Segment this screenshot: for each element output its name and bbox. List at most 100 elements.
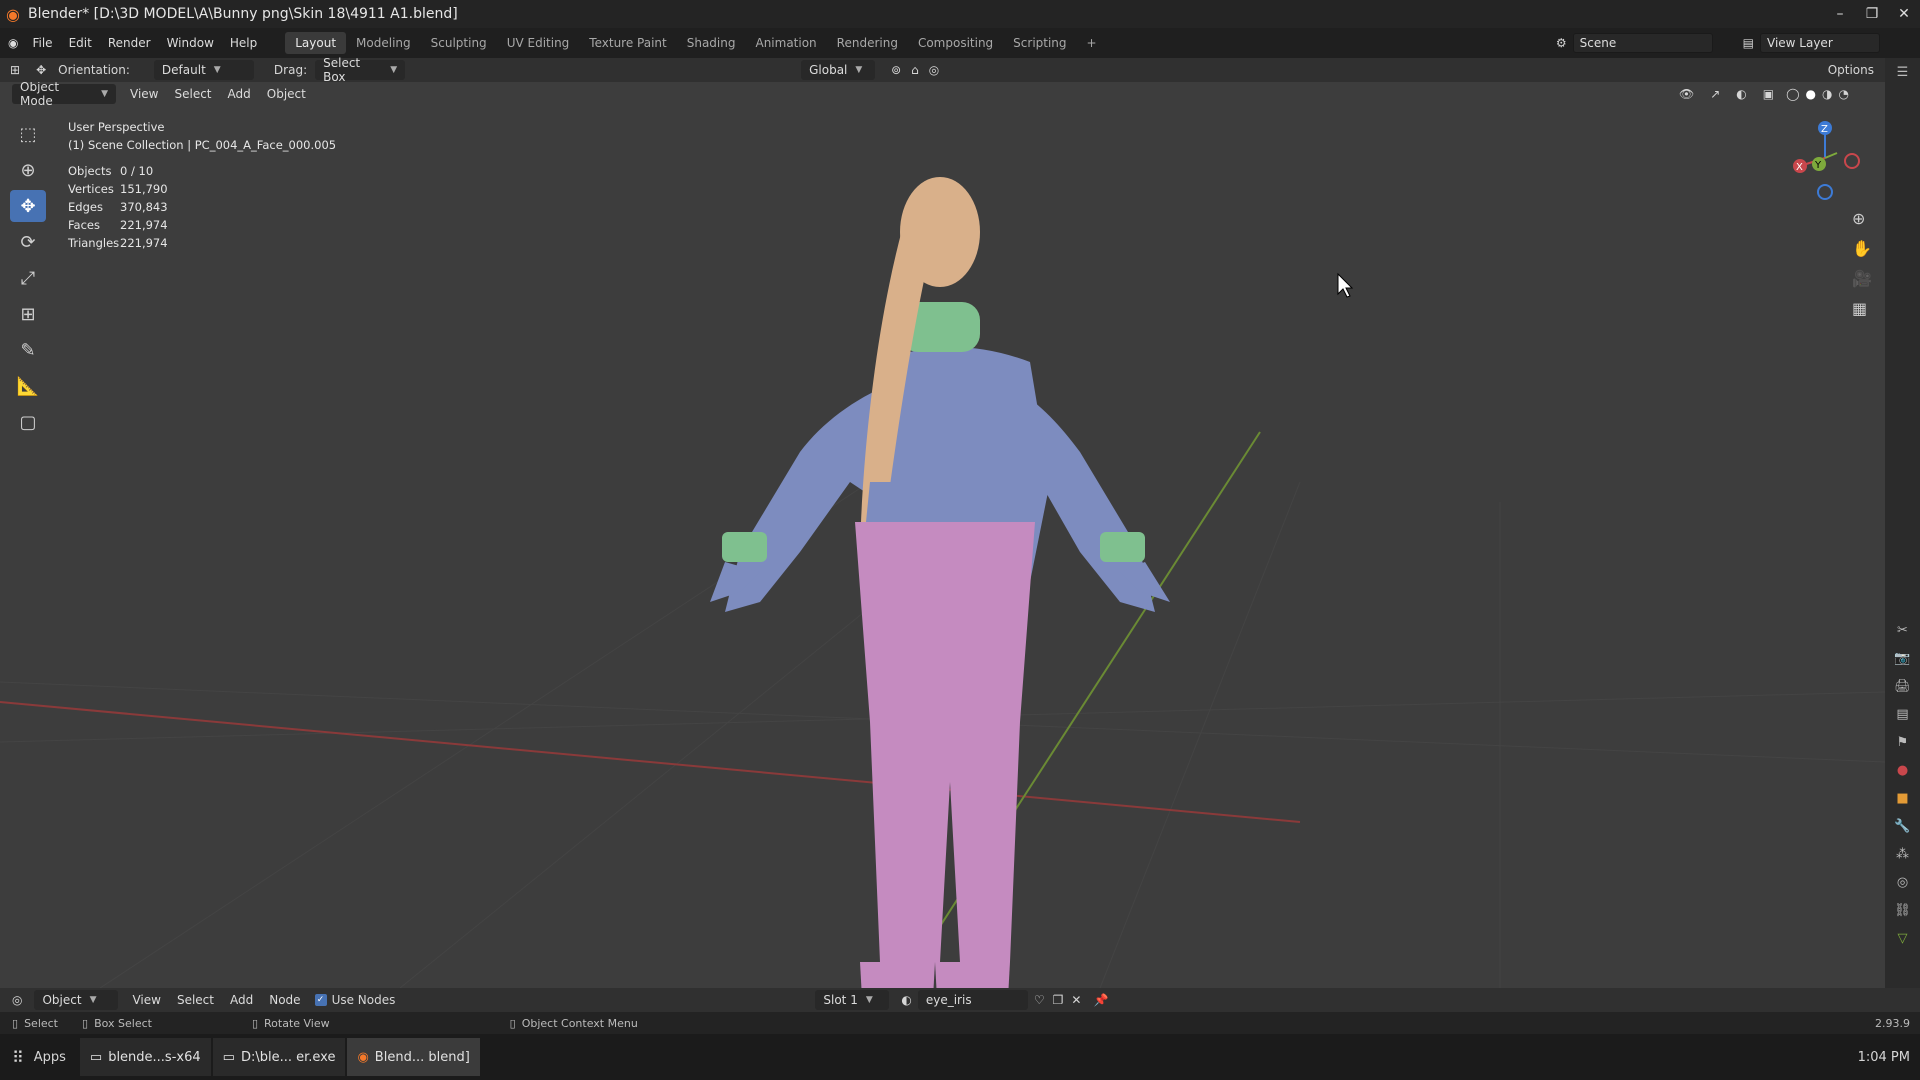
navigation-gizmo[interactable]: Z X Y: [1780, 116, 1870, 206]
duplicate-material-icon[interactable]: ❐: [1053, 993, 1064, 1007]
taskbar-item-blender[interactable]: ◉ Blend... blend]: [347, 1038, 480, 1076]
render-properties-icon[interactable]: 📷: [1885, 644, 1920, 672]
viewport-menu-object[interactable]: Object: [259, 87, 314, 101]
node-menu-add[interactable]: Add: [222, 993, 261, 1007]
view-layer-field[interactable]: View Layer: [1760, 33, 1880, 53]
tab-animation[interactable]: Animation: [745, 32, 826, 54]
editor-type-icon[interactable]: ⊞: [10, 63, 20, 77]
pan-hand-icon[interactable]: ✋: [1852, 234, 1872, 264]
add-cube-tool-icon[interactable]: ▢: [10, 406, 46, 438]
menu-file[interactable]: File: [24, 36, 60, 50]
status-rotate: Rotate View: [264, 1016, 330, 1030]
scene-icon[interactable]: ⚙: [1556, 36, 1567, 50]
mouse-middle-icon: ▯: [251, 1016, 259, 1030]
menu-help[interactable]: Help: [222, 36, 265, 50]
snap-icon[interactable]: ⌂: [911, 63, 919, 77]
view-layer-properties-icon[interactable]: ▤: [1885, 700, 1920, 728]
camera-view-icon[interactable]: 🎥: [1852, 264, 1872, 294]
material-shading-icon[interactable]: ◑: [1822, 87, 1832, 101]
menu-window[interactable]: Window: [159, 36, 222, 50]
viewport-menu-add[interactable]: Add: [220, 87, 259, 101]
proportional-edit-icon[interactable]: ◎: [929, 63, 939, 77]
physics-properties-icon[interactable]: ◎: [1885, 868, 1920, 896]
apps-button[interactable]: Apps: [34, 1050, 66, 1065]
viewport-menu-select[interactable]: Select: [166, 87, 219, 101]
constraints-properties-icon[interactable]: ⛓: [1885, 896, 1920, 924]
scene-properties-icon[interactable]: ⚑: [1885, 728, 1920, 756]
fake-user-icon[interactable]: ♡: [1034, 993, 1045, 1007]
zoom-icon[interactable]: ⊕: [1852, 204, 1872, 234]
pin-icon[interactable]: 📌: [1093, 993, 1108, 1007]
slot-value: Slot 1: [823, 993, 858, 1007]
3d-viewport[interactable]: Object Mode ▼ View Select Add Object 👁 ↗ …: [0, 82, 1885, 988]
select-tool-icon[interactable]: ⬚: [10, 118, 46, 150]
tab-rendering[interactable]: Rendering: [827, 32, 908, 54]
move-tool-icon[interactable]: ✥: [10, 190, 46, 222]
taskbar-item[interactable]: ▭ blende...s-x64: [79, 1038, 211, 1076]
object-properties-icon[interactable]: ■: [1885, 784, 1920, 812]
scene-field[interactable]: Scene: [1572, 33, 1713, 53]
tab-uv-editing[interactable]: UV Editing: [497, 32, 580, 54]
tool-properties-icon[interactable]: ✂: [1885, 616, 1920, 644]
slot-dropdown[interactable]: Slot 1 ▼: [815, 990, 890, 1010]
object-type-dropdown[interactable]: Object ▼: [34, 990, 119, 1010]
tab-sculpting[interactable]: Sculpting: [421, 32, 497, 54]
minimize-icon[interactable]: –: [1824, 0, 1856, 28]
ortho-grid-icon[interactable]: ▦: [1852, 294, 1872, 324]
annotate-tool-icon[interactable]: ✎: [10, 334, 46, 366]
chevron-down-icon: ▼: [213, 65, 221, 75]
gizmo-toggle-icon[interactable]: ↗: [1710, 87, 1720, 101]
scale-tool-icon[interactable]: ⤢: [10, 262, 46, 294]
menu-render[interactable]: Render: [100, 36, 159, 50]
tab-compositing[interactable]: Compositing: [908, 32, 1003, 54]
options-button[interactable]: Options: [1828, 63, 1874, 77]
rotate-tool-icon[interactable]: ⟳: [10, 226, 46, 258]
viewport-menu-view[interactable]: View: [122, 87, 166, 101]
material-icon[interactable]: ◐: [901, 993, 911, 1007]
object-mode-dropdown[interactable]: Object Mode ▼: [12, 82, 116, 108]
node-menu-node[interactable]: Node: [261, 993, 308, 1007]
transform-tool-icon[interactable]: ⊞: [10, 298, 46, 330]
add-workspace-icon[interactable]: +: [1077, 32, 1107, 54]
chevron-down-icon: ▼: [865, 995, 873, 1005]
outliner-toggle-icon[interactable]: ☰: [1885, 58, 1920, 86]
wireframe-shading-icon[interactable]: ◯: [1786, 87, 1799, 101]
rendered-shading-icon[interactable]: ◔: [1839, 87, 1849, 101]
orientation-dropdown[interactable]: Default ▼: [153, 60, 254, 80]
transform-orientation-dropdown[interactable]: Global ▼: [801, 60, 876, 80]
tab-modeling[interactable]: Modeling: [346, 32, 421, 54]
modifier-properties-icon[interactable]: 🔧: [1885, 812, 1920, 840]
status-select: Select: [24, 1016, 58, 1030]
blender-menu-icon[interactable]: ◉: [8, 36, 18, 50]
drag-dropdown[interactable]: Select Box ▼: [315, 56, 406, 84]
tab-shading[interactable]: Shading: [677, 32, 746, 54]
unlink-material-icon[interactable]: ✕: [1071, 993, 1081, 1007]
editor-type-icon[interactable]: ◎: [12, 993, 22, 1007]
solid-shading-icon[interactable]: ●: [1806, 87, 1816, 101]
overlay-toggle-icon[interactable]: ◐: [1736, 87, 1746, 101]
output-properties-icon[interactable]: 🖨: [1885, 672, 1920, 700]
visibility-icon[interactable]: 👁: [1679, 87, 1694, 101]
taskbar-item[interactable]: ▭ D:\ble... er.exe: [212, 1038, 346, 1076]
data-properties-icon[interactable]: ▽: [1885, 924, 1920, 952]
material-field[interactable]: eye_iris: [917, 990, 1028, 1010]
use-nodes-checkbox[interactable]: ✓: [314, 994, 327, 1006]
world-properties-icon[interactable]: ●: [1885, 756, 1920, 784]
apps-grid-icon[interactable]: ⠿: [12, 1048, 24, 1067]
view-layer-name: View Layer: [1767, 36, 1833, 50]
view-layer-icon[interactable]: ▤: [1743, 36, 1754, 50]
node-menu-view[interactable]: View: [124, 993, 168, 1007]
cursor-tool-icon[interactable]: ⊕: [10, 154, 46, 186]
tab-layout[interactable]: Layout: [285, 32, 347, 54]
menu-edit[interactable]: Edit: [61, 36, 100, 50]
measure-tool-icon[interactable]: 📐: [10, 370, 46, 402]
move-tool-icon[interactable]: ✥: [36, 63, 46, 77]
node-menu-select[interactable]: Select: [169, 993, 222, 1007]
particles-properties-icon[interactable]: ⁂: [1885, 840, 1920, 868]
tab-scripting[interactable]: Scripting: [1003, 32, 1076, 54]
xray-icon[interactable]: ▣: [1763, 87, 1774, 101]
tab-texture-paint[interactable]: Texture Paint: [579, 32, 676, 54]
close-icon[interactable]: ✕: [1888, 0, 1920, 28]
pivot-icon[interactable]: ⊚: [891, 63, 901, 77]
maximize-icon[interactable]: ❐: [1856, 0, 1888, 28]
